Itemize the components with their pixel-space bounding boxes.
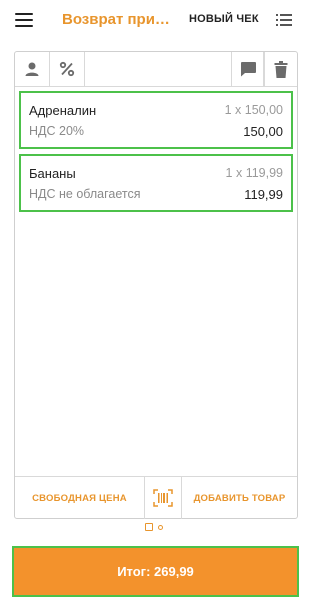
check-toolbar (15, 52, 297, 87)
item-total: 150,00 (243, 124, 283, 139)
page-dot[interactable] (158, 525, 163, 530)
item-name: Бананы (29, 166, 76, 181)
item-quantity: 1 x 119,99 (225, 166, 283, 180)
list-item[interactable]: Бананы 1 x 119,99 НДС не облагается 119,… (19, 154, 293, 212)
trash-icon (274, 60, 287, 78)
bottom-actions: СВОБОДНАЯ ЦЕНА ДОБАВИТЬ ТОВАР (15, 476, 297, 519)
page-dot-active (145, 523, 153, 531)
new-check-button[interactable]: НОВЫЙ ЧЕК (189, 13, 259, 25)
customer-button[interactable] (15, 52, 50, 86)
item-name: Адреналин (29, 103, 97, 118)
delete-button[interactable] (263, 52, 297, 86)
top-bar: Возврат при… НОВЫЙ ЧЕК (0, 0, 311, 40)
hamburger-menu-icon[interactable] (15, 13, 33, 27)
free-price-button[interactable]: СВОБОДНАЯ ЦЕНА (15, 477, 144, 519)
item-total: 119,99 (244, 187, 283, 202)
page-title: Возврат при… (62, 11, 170, 28)
add-item-button[interactable]: ДОБАВИТЬ ТОВАР (182, 477, 297, 519)
page-indicator (145, 523, 165, 531)
item-quantity: 1 x 150,00 (224, 103, 283, 117)
item-tax: НДС не облагается (29, 187, 141, 201)
list-icon[interactable] (276, 14, 292, 26)
barcode-scan-icon (153, 489, 173, 507)
discount-button[interactable] (50, 52, 85, 86)
comment-icon (241, 62, 256, 77)
user-icon (25, 62, 39, 76)
comment-button[interactable] (231, 52, 265, 86)
check-card: Адреналин 1 x 150,00 НДС 20% 150,00 Бана… (14, 51, 298, 519)
list-item[interactable]: Адреналин 1 x 150,00 НДС 20% 150,00 (19, 91, 293, 149)
barcode-scan-button[interactable] (145, 477, 181, 519)
percent-icon (59, 61, 75, 77)
total-button[interactable]: Итог: 269,99 (12, 546, 299, 597)
item-tax: НДС 20% (29, 124, 85, 138)
